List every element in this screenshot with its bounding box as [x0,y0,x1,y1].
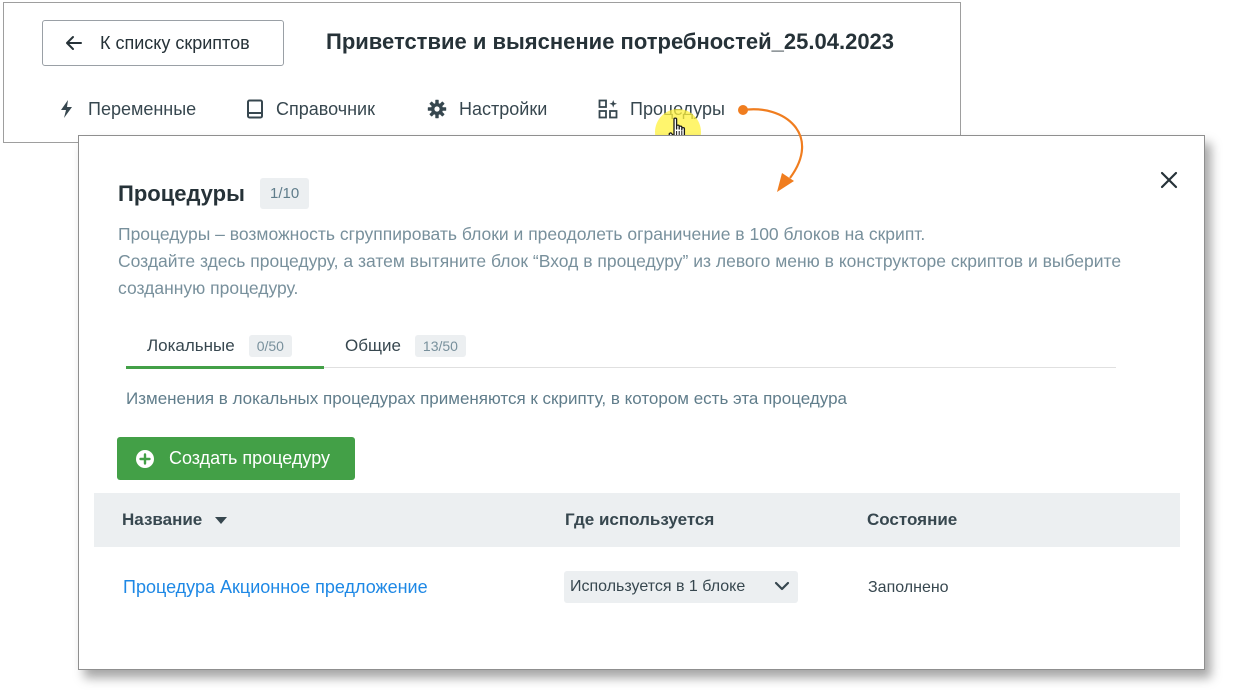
modal-description: Процедуры – возможность сгруппировать бл… [118,221,1158,302]
procedure-state: Заполнено [868,579,949,596]
sort-down-icon [215,517,228,524]
column-header-state: Состояние [867,493,957,547]
tab-local[interactable]: Локальные 0/50 [126,324,324,369]
back-button-label: К списку скриптов [100,32,250,53]
procedure-name-link[interactable]: Процедура Акционное предложение [123,577,428,598]
local-procedures-hint: Изменения в локальных процедурах применя… [126,389,847,408]
column-header-name[interactable]: Название [122,493,228,547]
create-button-label: Создать процедуру [169,448,331,468]
nav-item-reference[interactable]: Справочник [246,96,375,122]
tab-label: Локальные [147,335,235,355]
plus-circle-icon [136,449,154,468]
column-title: Название [122,510,203,529]
chevron-down-icon [774,581,790,591]
tab-count-badge: 0/50 [248,334,292,357]
tab-shared[interactable]: Общие 13/50 [345,324,466,367]
arrow-left-icon [66,36,82,50]
nav-item-variables[interactable]: Переменные [58,96,196,122]
column-title: Состояние [867,510,958,529]
lightning-icon [61,100,72,118]
procedure-tabs: Локальные 0/50 Общие 13/50 [126,324,1116,369]
usage-dropdown[interactable]: Используется в 1 блоке [564,571,798,603]
close-icon[interactable] [1159,170,1179,190]
nav-label: Переменные [88,98,197,119]
nav-item-settings[interactable]: Настройки [427,96,547,122]
modal-title: Процедуры [118,181,245,206]
tab-count-badge: 13/50 [414,334,466,357]
gear-icon [427,99,447,119]
procedures-count-badge: 1/10 [260,178,310,209]
create-procedure-button[interactable]: Создать процедуру [117,437,355,480]
nav-label: Справочник [276,98,375,119]
description-line: Процедуры – возможность сгруппировать бл… [118,224,926,244]
procedures-modal: Процедуры 1/10 Процедуры – возможность с… [78,135,1205,670]
column-title: Где используется [565,510,715,529]
book-icon [247,99,263,119]
script-title: Приветствие и выяснение потребностей_25.… [326,29,895,54]
nav-label: Настройки [459,98,548,119]
procedures-icon [598,99,618,119]
usage-value: Используется в 1 блоке [570,578,746,595]
table-row: Процедура Акционное предложение Использу… [94,564,1180,612]
column-header-usage: Где используется [565,493,714,547]
annotation-arrow [738,105,804,192]
table-header: Название Где используется Состояние [94,493,1180,547]
tab-label: Общие [345,335,401,355]
description-line: Создайте здесь процедуру, а затем вытяни… [118,251,1122,298]
back-to-scripts-button[interactable]: К списку скриптов [42,20,284,66]
